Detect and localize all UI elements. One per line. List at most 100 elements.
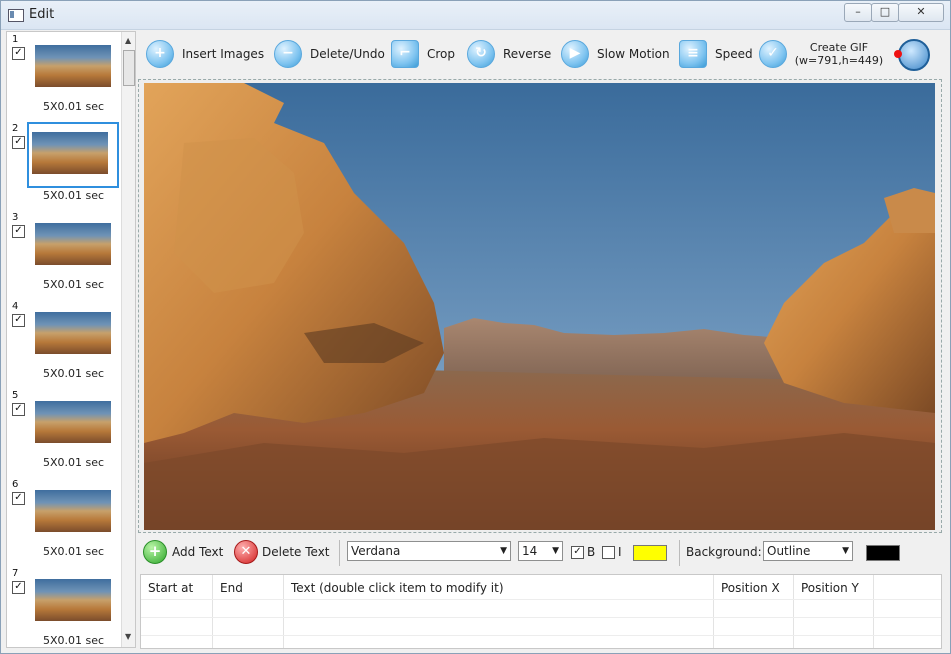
frame-checkbox[interactable]: ✓ <box>12 47 25 60</box>
frame-checkbox[interactable]: ✓ <box>12 136 25 149</box>
chevron-down-icon: ▼ <box>500 546 507 556</box>
table-row-line <box>141 635 941 636</box>
frame-item-6[interactable]: 6 ✓ 5X0.01 sec <box>7 477 120 566</box>
frame-item-7[interactable]: 7 ✓ 5X0.01 sec <box>7 566 120 647</box>
frame-thumbnail[interactable] <box>30 214 114 266</box>
crop-button[interactable]: ⌐ Crop <box>391 39 455 69</box>
scroll-down-icon[interactable]: ▼ <box>125 632 131 641</box>
column-position-x[interactable]: Position X <box>714 575 794 648</box>
app-icon <box>8 9 24 22</box>
frame-checkbox[interactable]: ✓ <box>12 492 25 505</box>
delete-undo-button[interactable]: − Delete/Undo <box>274 39 385 69</box>
frame-number: 4 <box>12 301 19 312</box>
font-select[interactable]: Verdana ▼ <box>347 541 511 561</box>
frame-image <box>35 490 111 532</box>
frame-thumbnail[interactable] <box>30 392 114 444</box>
frame-item-3[interactable]: 3 ✓ 5X0.01 sec <box>7 210 120 299</box>
frame-thumbnail[interactable] <box>30 570 114 622</box>
add-text-button[interactable]: Add Text <box>172 545 223 559</box>
frame-item-1[interactable]: 1 ✓ 5X0.01 sec <box>7 32 120 121</box>
frame-preview[interactable] <box>138 79 942 533</box>
reverse-button[interactable]: ↻ Reverse <box>467 39 551 69</box>
frame-item-4[interactable]: 4 ✓ 5X0.01 sec <box>7 299 120 388</box>
minus-circle-icon: − <box>274 40 302 68</box>
frame-thumbnail[interactable] <box>30 303 114 355</box>
frame-checkbox[interactable]: ✓ <box>12 225 25 238</box>
column-header: Position X <box>721 581 780 595</box>
record-icon[interactable] <box>898 39 930 71</box>
background-color-picker[interactable] <box>866 545 900 561</box>
frame-image <box>35 579 111 621</box>
create-gif-text[interactable]: Create GIF (w=791,h=449) <box>791 41 887 67</box>
create-gif-button[interactable]: ✓ <box>759 39 795 69</box>
speed-label: Speed <box>715 47 753 61</box>
delete-text-icon[interactable]: ✕ <box>234 540 258 564</box>
crop-label: Crop <box>427 47 456 61</box>
frame-thumbnail-selected[interactable] <box>27 122 119 188</box>
frame-list-scrollbar[interactable]: ▲ ▼ <box>121 32 135 647</box>
minimize-button[interactable]: – <box>844 3 872 22</box>
background-mode-value: Outline <box>767 544 811 558</box>
delete-undo-label: Delete/Undo <box>310 47 385 61</box>
bold-label: B <box>587 545 596 559</box>
frame-duration: 5X0.01 sec <box>43 278 105 291</box>
frame-duration: 5X0.01 sec <box>43 456 105 469</box>
speed-button[interactable]: ≡ Speed <box>679 39 753 69</box>
frame-duration: 5X0.01 sec <box>43 189 105 202</box>
maximize-button[interactable]: □ <box>871 3 899 22</box>
column-header: Position Y <box>801 581 859 595</box>
column-start-at[interactable]: Start at <box>141 575 213 648</box>
preview-image <box>144 83 935 530</box>
play-icon: ▶ <box>561 40 589 68</box>
frame-image <box>35 223 111 265</box>
insert-images-button[interactable]: + Insert Images <box>146 39 264 69</box>
close-button[interactable]: ✕ <box>898 3 944 22</box>
frame-duration: 5X0.01 sec <box>43 634 105 647</box>
frame-checkbox[interactable]: ✓ <box>12 403 25 416</box>
frame-image <box>32 132 108 174</box>
plus-circle-icon: + <box>146 40 174 68</box>
text-color-picker[interactable] <box>633 545 667 561</box>
font-size-select[interactable]: 14 ▼ <box>518 541 563 561</box>
background-mode-select[interactable]: Outline ▼ <box>763 541 853 561</box>
slow-motion-button[interactable]: ▶ Slow Motion <box>561 39 670 69</box>
frame-thumbnail[interactable] <box>30 36 114 88</box>
create-gif-size: (w=791,h=449) <box>794 54 884 67</box>
column-header: Text (double click item to modify it) <box>291 581 504 595</box>
column-end[interactable]: End <box>213 575 284 648</box>
frame-number: 7 <box>12 568 19 579</box>
delete-text-button[interactable]: Delete Text <box>262 545 330 559</box>
column-text[interactable]: Text (double click item to modify it) <box>284 575 714 648</box>
background-label: Background: <box>686 545 762 559</box>
slow-motion-label: Slow Motion <box>597 47 670 61</box>
checkmark-icon: ✓ <box>759 40 787 68</box>
chevron-down-icon: ▼ <box>552 546 559 556</box>
scrollbar-thumb[interactable] <box>123 50 135 86</box>
column-header: End <box>220 581 243 595</box>
record-indicator-dot <box>894 50 902 58</box>
frame-item-5[interactable]: 5 ✓ 5X0.01 sec <box>7 388 120 477</box>
text-entries-table[interactable]: Start at End Text (double click item to … <box>140 574 942 649</box>
title-bar: Edit – □ ✕ <box>1 1 950 30</box>
frame-list[interactable]: 1 ✓ 5X0.01 sec 2 ✓ 5X0.01 sec 3 ✓ 5X0.01… <box>6 31 136 648</box>
bold-checkbox[interactable]: ✓ <box>571 546 584 559</box>
add-text-icon[interactable]: + <box>143 540 167 564</box>
italic-label: I <box>618 545 622 559</box>
frame-checkbox[interactable]: ✓ <box>12 314 25 327</box>
frame-item-2[interactable]: 2 ✓ 5X0.01 sec <box>7 121 120 210</box>
frame-image <box>35 312 111 354</box>
frame-checkbox[interactable]: ✓ <box>12 581 25 594</box>
toolbar: + Insert Images − Delete/Undo ⌐ Crop ↻ R… <box>141 33 941 78</box>
scroll-up-icon[interactable]: ▲ <box>125 36 131 45</box>
column-header: Start at <box>148 581 194 595</box>
reverse-icon: ↻ <box>467 40 495 68</box>
column-position-y[interactable]: Position Y <box>794 575 874 648</box>
italic-checkbox[interactable] <box>602 546 615 559</box>
frame-thumbnail[interactable] <box>30 481 114 533</box>
table-row-line <box>141 599 941 600</box>
reverse-label: Reverse <box>503 47 552 61</box>
canyon-scene-image <box>144 83 935 530</box>
create-gif-label: Create GIF <box>809 41 869 54</box>
frame-duration: 5X0.01 sec <box>43 367 105 380</box>
text-tools-bar: + Add Text ✕ Delete Text Verdana ▼ 14 ▼ … <box>141 536 941 568</box>
